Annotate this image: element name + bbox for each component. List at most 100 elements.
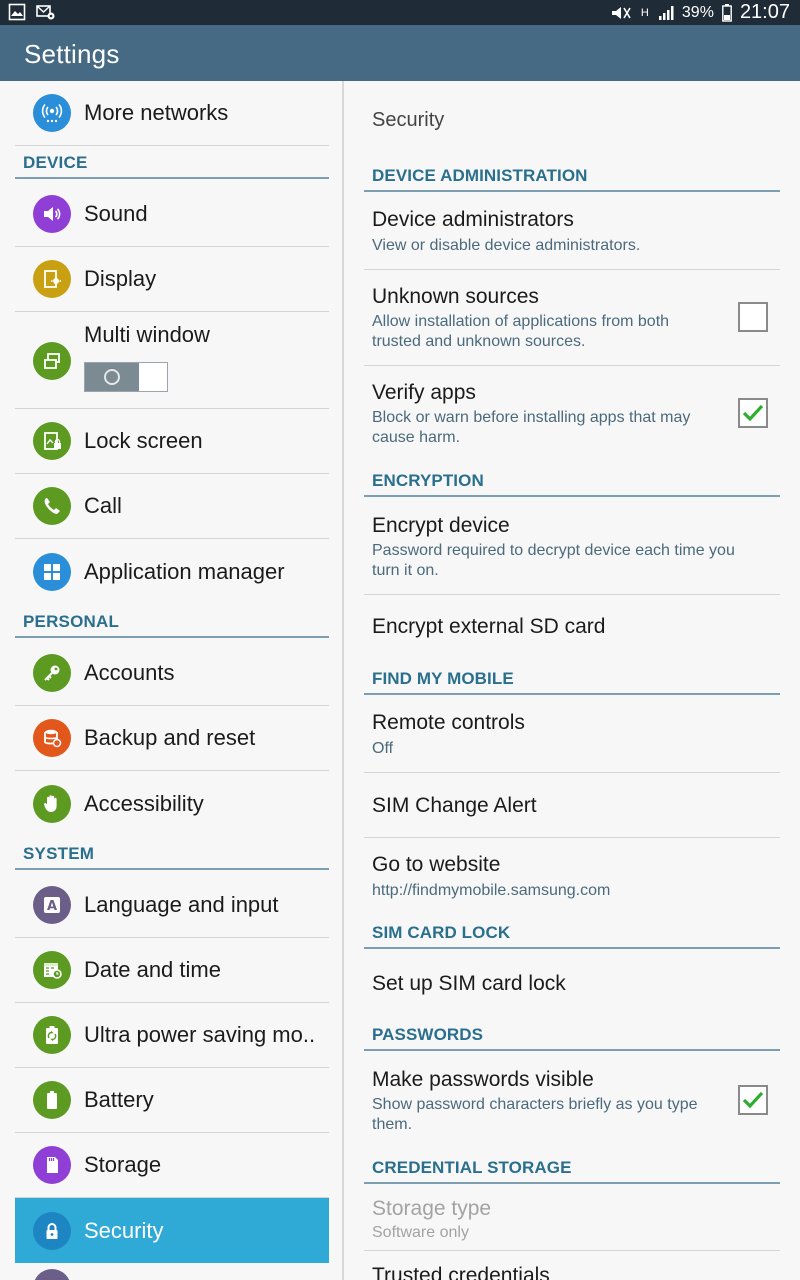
trusted-credentials-item[interactable]: Trusted credentials [364, 1251, 780, 1280]
signal-icon [658, 5, 674, 21]
encrypt-sd-card-item[interactable]: Encrypt external SD card [364, 595, 780, 663]
sidebar-item-ultra-power-saving[interactable]: Ultra power saving mo.. [15, 1003, 329, 1068]
sidebar-item-label: Security [84, 1217, 164, 1243]
sidebar-item-label: Sound [84, 201, 148, 226]
make-passwords-visible-item[interactable]: Make passwords visible Show password cha… [364, 1053, 780, 1149]
make-passwords-visible-checkbox[interactable] [738, 1085, 768, 1115]
sidebar-item-label: More networks [84, 100, 229, 125]
item-title: Make passwords visible [372, 1068, 594, 1091]
remote-controls-item[interactable]: Remote controls Off [364, 697, 780, 773]
sidebar-item-battery[interactable]: Battery [15, 1068, 329, 1133]
lock-screen-icon [33, 422, 71, 460]
device-administrators-item[interactable]: Device administrators View or disable de… [364, 194, 780, 270]
sidebar-item-call[interactable]: Call [15, 474, 329, 539]
section-header-label: FIND MY MOBILE [372, 669, 514, 688]
section-header-personal: PERSONAL [15, 608, 329, 638]
section-header-label: ENCRYPTION [372, 471, 484, 490]
battery-percent: 39% [681, 3, 714, 21]
unknown-sources-item[interactable]: Unknown sources Allow installation of ap… [364, 270, 780, 366]
battery-status-icon [722, 3, 732, 22]
item-title: Remote controls [372, 711, 525, 734]
backup-icon [33, 719, 71, 757]
section-header-label: SYSTEM [23, 844, 95, 863]
display-icon [33, 260, 71, 298]
multi-window-toggle[interactable] [84, 362, 168, 392]
section-header-label: SIM CARD LOCK [372, 923, 511, 942]
settings-category-list[interactable]: More networks DEVICE Sound Display Multi… [0, 81, 342, 1280]
item-title: Device administrators [372, 208, 574, 231]
app-title: Settings [24, 39, 120, 69]
apps-icon [33, 552, 71, 591]
item-title: Go to website [372, 853, 501, 876]
sidebar-item-accessibility[interactable]: Accessibility [15, 771, 329, 836]
checkmark-icon [742, 1091, 764, 1109]
item-summary: Software only [372, 1224, 469, 1241]
item-summary: Show password characters briefly as you … [372, 1096, 698, 1133]
encrypt-device-item[interactable]: Encrypt device Password required to decr… [364, 499, 780, 595]
sidebar-item-label: Call [84, 493, 122, 518]
network-type-icon: H [640, 6, 649, 19]
item-title: Set up SIM card lock [372, 972, 566, 995]
sidebar-item-accounts[interactable]: Accounts [15, 641, 329, 706]
section-header-passwords: PASSWORDS [364, 1021, 780, 1051]
sidebar-item-more-networks[interactable]: More networks [15, 81, 329, 146]
sidebar-item-label: Lock screen [84, 428, 203, 453]
sim-change-alert-item[interactable]: SIM Change Alert [364, 773, 780, 838]
set-up-sim-lock-item[interactable]: Set up SIM card lock [364, 951, 780, 1019]
app-bar: Settings [0, 25, 800, 81]
sidebar-item-multi-window[interactable]: Multi window [15, 312, 329, 409]
sidebar-item-label: Display [84, 266, 157, 291]
sidebar-item-lock-screen[interactable]: Lock screen [15, 409, 329, 474]
sidebar-item-label: Battery [84, 1087, 154, 1112]
sidebar-item-display[interactable]: Display [15, 247, 329, 312]
sidebar-item-label: Date and time [84, 957, 221, 982]
verify-apps-checkbox[interactable] [738, 398, 768, 428]
sidebar-item-label: Storage [84, 1152, 162, 1177]
section-header-label: CREDENTIAL STORAGE [372, 1158, 572, 1177]
svg-text:A: A [47, 899, 57, 914]
verify-apps-item[interactable]: Verify apps Block or warn before install… [364, 366, 780, 462]
item-title: Verify apps [372, 381, 476, 404]
storage-icon [33, 1146, 71, 1184]
sidebar-item-sound[interactable]: Sound [15, 182, 329, 247]
section-header-label: PASSWORDS [372, 1025, 484, 1044]
pane-title: Security [372, 109, 445, 131]
section-header-sim-card-lock: SIM CARD LOCK [364, 919, 780, 949]
language-icon: A [33, 886, 71, 924]
sidebar-item-label: Application manager [84, 558, 285, 584]
item-summary: Allow installation of applications from … [372, 313, 670, 350]
status-bar: H 39% 21:07 [0, 0, 800, 25]
section-header-system: SYSTEM [15, 840, 329, 870]
more-networks-icon [33, 94, 71, 132]
sidebar-item-language-and-input[interactable]: A Language and input [15, 873, 329, 938]
section-header-device-administration: DEVICE ADMINISTRATION [364, 162, 780, 192]
sidebar-item-date-and-time[interactable]: Date and time [15, 938, 329, 1003]
go-to-website-item[interactable]: Go to website http://findmymobile.samsun… [364, 838, 780, 916]
sidebar-item-application-manager[interactable]: Application manager [15, 539, 329, 604]
sidebar-item-label: Language and input [84, 892, 279, 917]
item-summary: View or disable device administrators. [372, 237, 641, 254]
sidebar-item-label: Accounts [84, 660, 175, 685]
item-summary: Password required to decrypt device each… [372, 542, 735, 579]
item-title: Trusted credentials [372, 1264, 550, 1280]
item-summary: Off [372, 740, 394, 757]
clock: 21:07 [739, 1, 790, 23]
sidebar-item-storage[interactable]: Storage [15, 1133, 329, 1198]
sidebar-item-security[interactable]: Security [15, 1198, 329, 1263]
section-header-find-my-mobile: FIND MY MOBILE [364, 665, 780, 695]
multi-window-icon [33, 342, 71, 380]
sidebar-item-label: Accessibility [84, 790, 204, 816]
lock-icon [33, 1211, 71, 1250]
website-url: http://findmymobile.samsung.com [372, 882, 611, 899]
section-header-label: DEVICE ADMINISTRATION [372, 166, 588, 185]
item-title: Storage type [372, 1197, 492, 1220]
toggle-knob [85, 363, 139, 391]
storage-type-item: Storage type Software only [364, 1186, 780, 1251]
unknown-sources-checkbox[interactable] [738, 302, 768, 332]
item-title: Encrypt device [372, 514, 510, 537]
security-settings-pane[interactable]: Security DEVICE ADMINISTRATION Device ad… [344, 81, 800, 1280]
sidebar-item-backup-and-reset[interactable]: Backup and reset [15, 706, 329, 771]
item-title: SIM Change Alert [372, 794, 537, 817]
item-title: Encrypt external SD card [372, 615, 606, 638]
next-item-icon-partial [33, 1269, 71, 1280]
